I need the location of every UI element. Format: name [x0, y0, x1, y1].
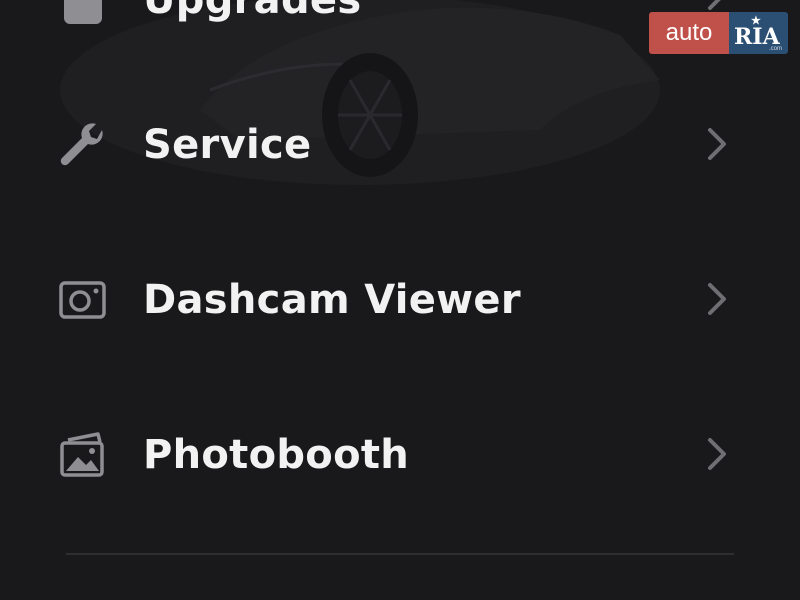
watermark-left-text: auto — [649, 12, 729, 54]
menu-item-photobooth[interactable]: Photobooth — [0, 405, 800, 505]
upgrades-icon — [64, 0, 102, 24]
menu-item-service[interactable]: Service — [0, 95, 800, 195]
menu-item-dashcam-viewer[interactable]: Dashcam Viewer — [0, 250, 800, 350]
section-divider — [66, 553, 734, 555]
chevron-right-icon — [708, 128, 726, 160]
menu-screen: Upgrades Service Dashcam Viewer Photoboo… — [0, 0, 800, 600]
menu-item-label: Service — [143, 122, 312, 168]
chevron-right-icon — [708, 283, 726, 315]
chevron-right-icon — [708, 438, 726, 470]
photos-icon — [60, 432, 104, 477]
menu-item-label: Photobooth — [143, 432, 410, 478]
watermark-right: ★ RIA .com — [729, 12, 788, 54]
autoria-watermark: auto ★ RIA .com — [649, 12, 788, 54]
watermark-suffix: .com — [768, 46, 782, 52]
menu-item-label: Upgrades — [143, 0, 362, 23]
wrench-icon — [60, 123, 103, 166]
menu-item-label: Dashcam Viewer — [143, 277, 521, 323]
dashcam-icon — [59, 281, 106, 319]
